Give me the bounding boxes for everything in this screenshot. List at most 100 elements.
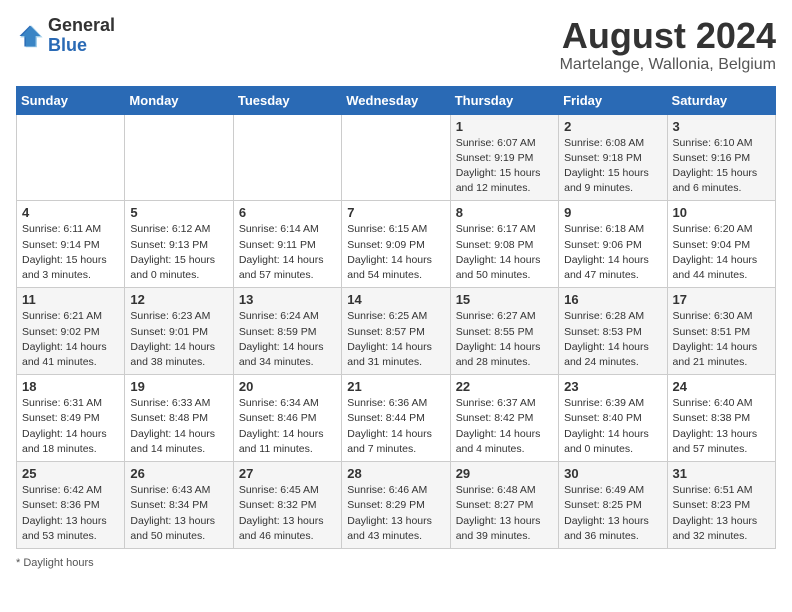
- day-number: 26: [130, 466, 227, 481]
- day-number: 28: [347, 466, 444, 481]
- day-info: Sunrise: 6:20 AM Sunset: 9:04 PM Dayligh…: [673, 222, 770, 283]
- location-subtitle: Martelange, Wallonia, Belgium: [560, 56, 776, 74]
- day-number: 20: [239, 379, 336, 394]
- footer-note-text: Daylight hours: [23, 557, 93, 569]
- day-info: Sunrise: 6:48 AM Sunset: 8:27 PM Dayligh…: [456, 483, 553, 544]
- day-number: 29: [456, 466, 553, 481]
- calendar-cell: 4 Sunrise: 6:11 AM Sunset: 9:14 PM Daylig…: [17, 201, 125, 288]
- day-info: Sunrise: 6:14 AM Sunset: 9:11 PM Dayligh…: [239, 222, 336, 283]
- day-info: Sunrise: 6:23 AM Sunset: 9:01 PM Dayligh…: [130, 309, 227, 370]
- calendar-cell: 19 Sunrise: 6:33 AM Sunset: 8:48 PM Dayli…: [125, 375, 233, 462]
- day-info: Sunrise: 6:34 AM Sunset: 8:46 PM Dayligh…: [239, 396, 336, 457]
- day-number: 21: [347, 379, 444, 394]
- day-number: 25: [22, 466, 119, 481]
- day-number: 30: [564, 466, 661, 481]
- calendar-cell: [342, 114, 450, 201]
- logo-general: General: [48, 16, 115, 36]
- calendar-cell: 9Sunrise: 6:18 AM Sunset: 9:06 PM Daylig…: [559, 201, 667, 288]
- month-year-title: August 2024: [560, 16, 776, 56]
- day-number: 14: [347, 292, 444, 307]
- calendar-cell: 25 Sunrise: 6:42 AM Sunset: 8:36 PM Dayli…: [17, 462, 125, 549]
- day-number: 31: [673, 466, 770, 481]
- calendar-cell: 3Sunrise: 6:10 AM Sunset: 9:16 PM Daylig…: [667, 114, 775, 201]
- day-info: Sunrise: 6:08 AM Sunset: 9:18 PM Dayligh…: [564, 136, 661, 197]
- logo-icon: [16, 22, 44, 50]
- calendar-cell: 1Sunrise: 6:07 AM Sunset: 9:19 PM Daylig…: [450, 114, 558, 201]
- day-info: Sunrise: 6:28 AM Sunset: 8:53 PM Dayligh…: [564, 309, 661, 370]
- day-info: Sunrise: 6:39 AM Sunset: 8:40 PM Dayligh…: [564, 396, 661, 457]
- calendar-cell: 28 Sunrise: 6:46 AM Sunset: 8:29 PM Dayli…: [342, 462, 450, 549]
- day-number: 23: [564, 379, 661, 394]
- calendar-cell: 20 Sunrise: 6:34 AM Sunset: 8:46 PM Dayli…: [233, 375, 341, 462]
- day-info: Sunrise: 6:24 AM Sunset: 8:59 PM Dayligh…: [239, 309, 336, 370]
- day-info: Sunrise: 6:12 AM Sunset: 9:13 PM Dayligh…: [130, 222, 227, 283]
- day-number: 2: [564, 119, 661, 134]
- logo: General Blue: [16, 16, 115, 56]
- calendar-cell: 26 Sunrise: 6:43 AM Sunset: 8:34 PM Dayli…: [125, 462, 233, 549]
- day-number: 22: [456, 379, 553, 394]
- day-number: 24: [673, 379, 770, 394]
- calendar-cell: [125, 114, 233, 201]
- day-number: 1: [456, 119, 553, 134]
- calendar-cell: 24 Sunrise: 6:40 AM Sunset: 8:38 PM Dayli…: [667, 375, 775, 462]
- calendar-cell: 6Sunrise: 6:14 AM Sunset: 9:11 PM Daylig…: [233, 201, 341, 288]
- day-info: Sunrise: 6:10 AM Sunset: 9:16 PM Dayligh…: [673, 136, 770, 197]
- day-info: Sunrise: 6:25 AM Sunset: 8:57 PM Dayligh…: [347, 309, 444, 370]
- day-info: Sunrise: 6:43 AM Sunset: 8:34 PM Dayligh…: [130, 483, 227, 544]
- calendar-cell: [233, 114, 341, 201]
- calendar-cell: 23 Sunrise: 6:39 AM Sunset: 8:40 PM Dayli…: [559, 375, 667, 462]
- day-number: 12: [130, 292, 227, 307]
- day-info: Sunrise: 6:15 AM Sunset: 9:09 PM Dayligh…: [347, 222, 444, 283]
- calendar-week-row: 18Sunrise: 6:31 AM Sunset: 8:49 PM Dayli…: [17, 375, 776, 462]
- calendar-week-row: 11 Sunrise: 6:21 AM Sunset: 9:02 PM Dayli…: [17, 288, 776, 375]
- day-info: Sunrise: 6:51 AM Sunset: 8:23 PM Dayligh…: [673, 483, 770, 544]
- day-info: Sunrise: 6:42 AM Sunset: 8:36 PM Dayligh…: [22, 483, 119, 544]
- calendar-header-row: SundayMondayTuesdayWednesdayThursdayFrid…: [17, 86, 776, 114]
- calendar-week-row: 4 Sunrise: 6:11 AM Sunset: 9:14 PM Daylig…: [17, 201, 776, 288]
- day-number: 27: [239, 466, 336, 481]
- day-header-wednesday: Wednesday: [342, 86, 450, 114]
- day-info: Sunrise: 6:21 AM Sunset: 9:02 PM Dayligh…: [22, 309, 119, 370]
- day-header-tuesday: Tuesday: [233, 86, 341, 114]
- day-number: 5: [130, 205, 227, 220]
- day-info: Sunrise: 6:40 AM Sunset: 8:38 PM Dayligh…: [673, 396, 770, 457]
- calendar-cell: 30 Sunrise: 6:49 AM Sunset: 8:25 PM Dayli…: [559, 462, 667, 549]
- day-number: 11: [22, 292, 119, 307]
- calendar-cell: 10 Sunrise: 6:20 AM Sunset: 9:04 PM Dayli…: [667, 201, 775, 288]
- day-info: Sunrise: 6:30 AM Sunset: 8:51 PM Dayligh…: [673, 309, 770, 370]
- title-area: August 2024 Martelange, Wallonia, Belgiu…: [560, 16, 776, 74]
- day-info: Sunrise: 6:33 AM Sunset: 8:48 PM Dayligh…: [130, 396, 227, 457]
- calendar-cell: 21 Sunrise: 6:36 AM Sunset: 8:44 PM Dayli…: [342, 375, 450, 462]
- calendar-table: SundayMondayTuesdayWednesdayThursdayFrid…: [16, 86, 776, 549]
- day-number: 4: [22, 205, 119, 220]
- day-number: 16: [564, 292, 661, 307]
- calendar-cell: 18Sunrise: 6:31 AM Sunset: 8:49 PM Dayli…: [17, 375, 125, 462]
- calendar-cell: 5 Sunrise: 6:12 AM Sunset: 9:13 PM Daylig…: [125, 201, 233, 288]
- calendar-cell: [17, 114, 125, 201]
- footer-note: * Daylight hours: [16, 557, 776, 569]
- logo-blue: Blue: [48, 36, 115, 56]
- day-header-monday: Monday: [125, 86, 233, 114]
- day-info: Sunrise: 6:36 AM Sunset: 8:44 PM Dayligh…: [347, 396, 444, 457]
- day-info: Sunrise: 6:45 AM Sunset: 8:32 PM Dayligh…: [239, 483, 336, 544]
- page-header: General Blue August 2024 Martelange, Wal…: [16, 16, 776, 74]
- day-info: Sunrise: 6:37 AM Sunset: 8:42 PM Dayligh…: [456, 396, 553, 457]
- day-number: 17: [673, 292, 770, 307]
- day-number: 19: [130, 379, 227, 394]
- calendar-cell: 2 Sunrise: 6:08 AM Sunset: 9:18 PM Daylig…: [559, 114, 667, 201]
- calendar-cell: 16 Sunrise: 6:28 AM Sunset: 8:53 PM Dayli…: [559, 288, 667, 375]
- day-number: 15: [456, 292, 553, 307]
- day-header-sunday: Sunday: [17, 86, 125, 114]
- day-info: Sunrise: 6:49 AM Sunset: 8:25 PM Dayligh…: [564, 483, 661, 544]
- calendar-cell: 14 Sunrise: 6:25 AM Sunset: 8:57 PM Dayli…: [342, 288, 450, 375]
- calendar-cell: 17 Sunrise: 6:30 AM Sunset: 8:51 PM Dayli…: [667, 288, 775, 375]
- day-number: 7: [347, 205, 444, 220]
- day-number: 8: [456, 205, 553, 220]
- day-info: Sunrise: 6:11 AM Sunset: 9:14 PM Dayligh…: [22, 222, 119, 283]
- day-info: Sunrise: 6:46 AM Sunset: 8:29 PM Dayligh…: [347, 483, 444, 544]
- day-number: 13: [239, 292, 336, 307]
- day-info: Sunrise: 6:27 AM Sunset: 8:55 PM Dayligh…: [456, 309, 553, 370]
- day-number: 10: [673, 205, 770, 220]
- day-header-friday: Friday: [559, 86, 667, 114]
- calendar-cell: 8Sunrise: 6:17 AM Sunset: 9:08 PM Daylig…: [450, 201, 558, 288]
